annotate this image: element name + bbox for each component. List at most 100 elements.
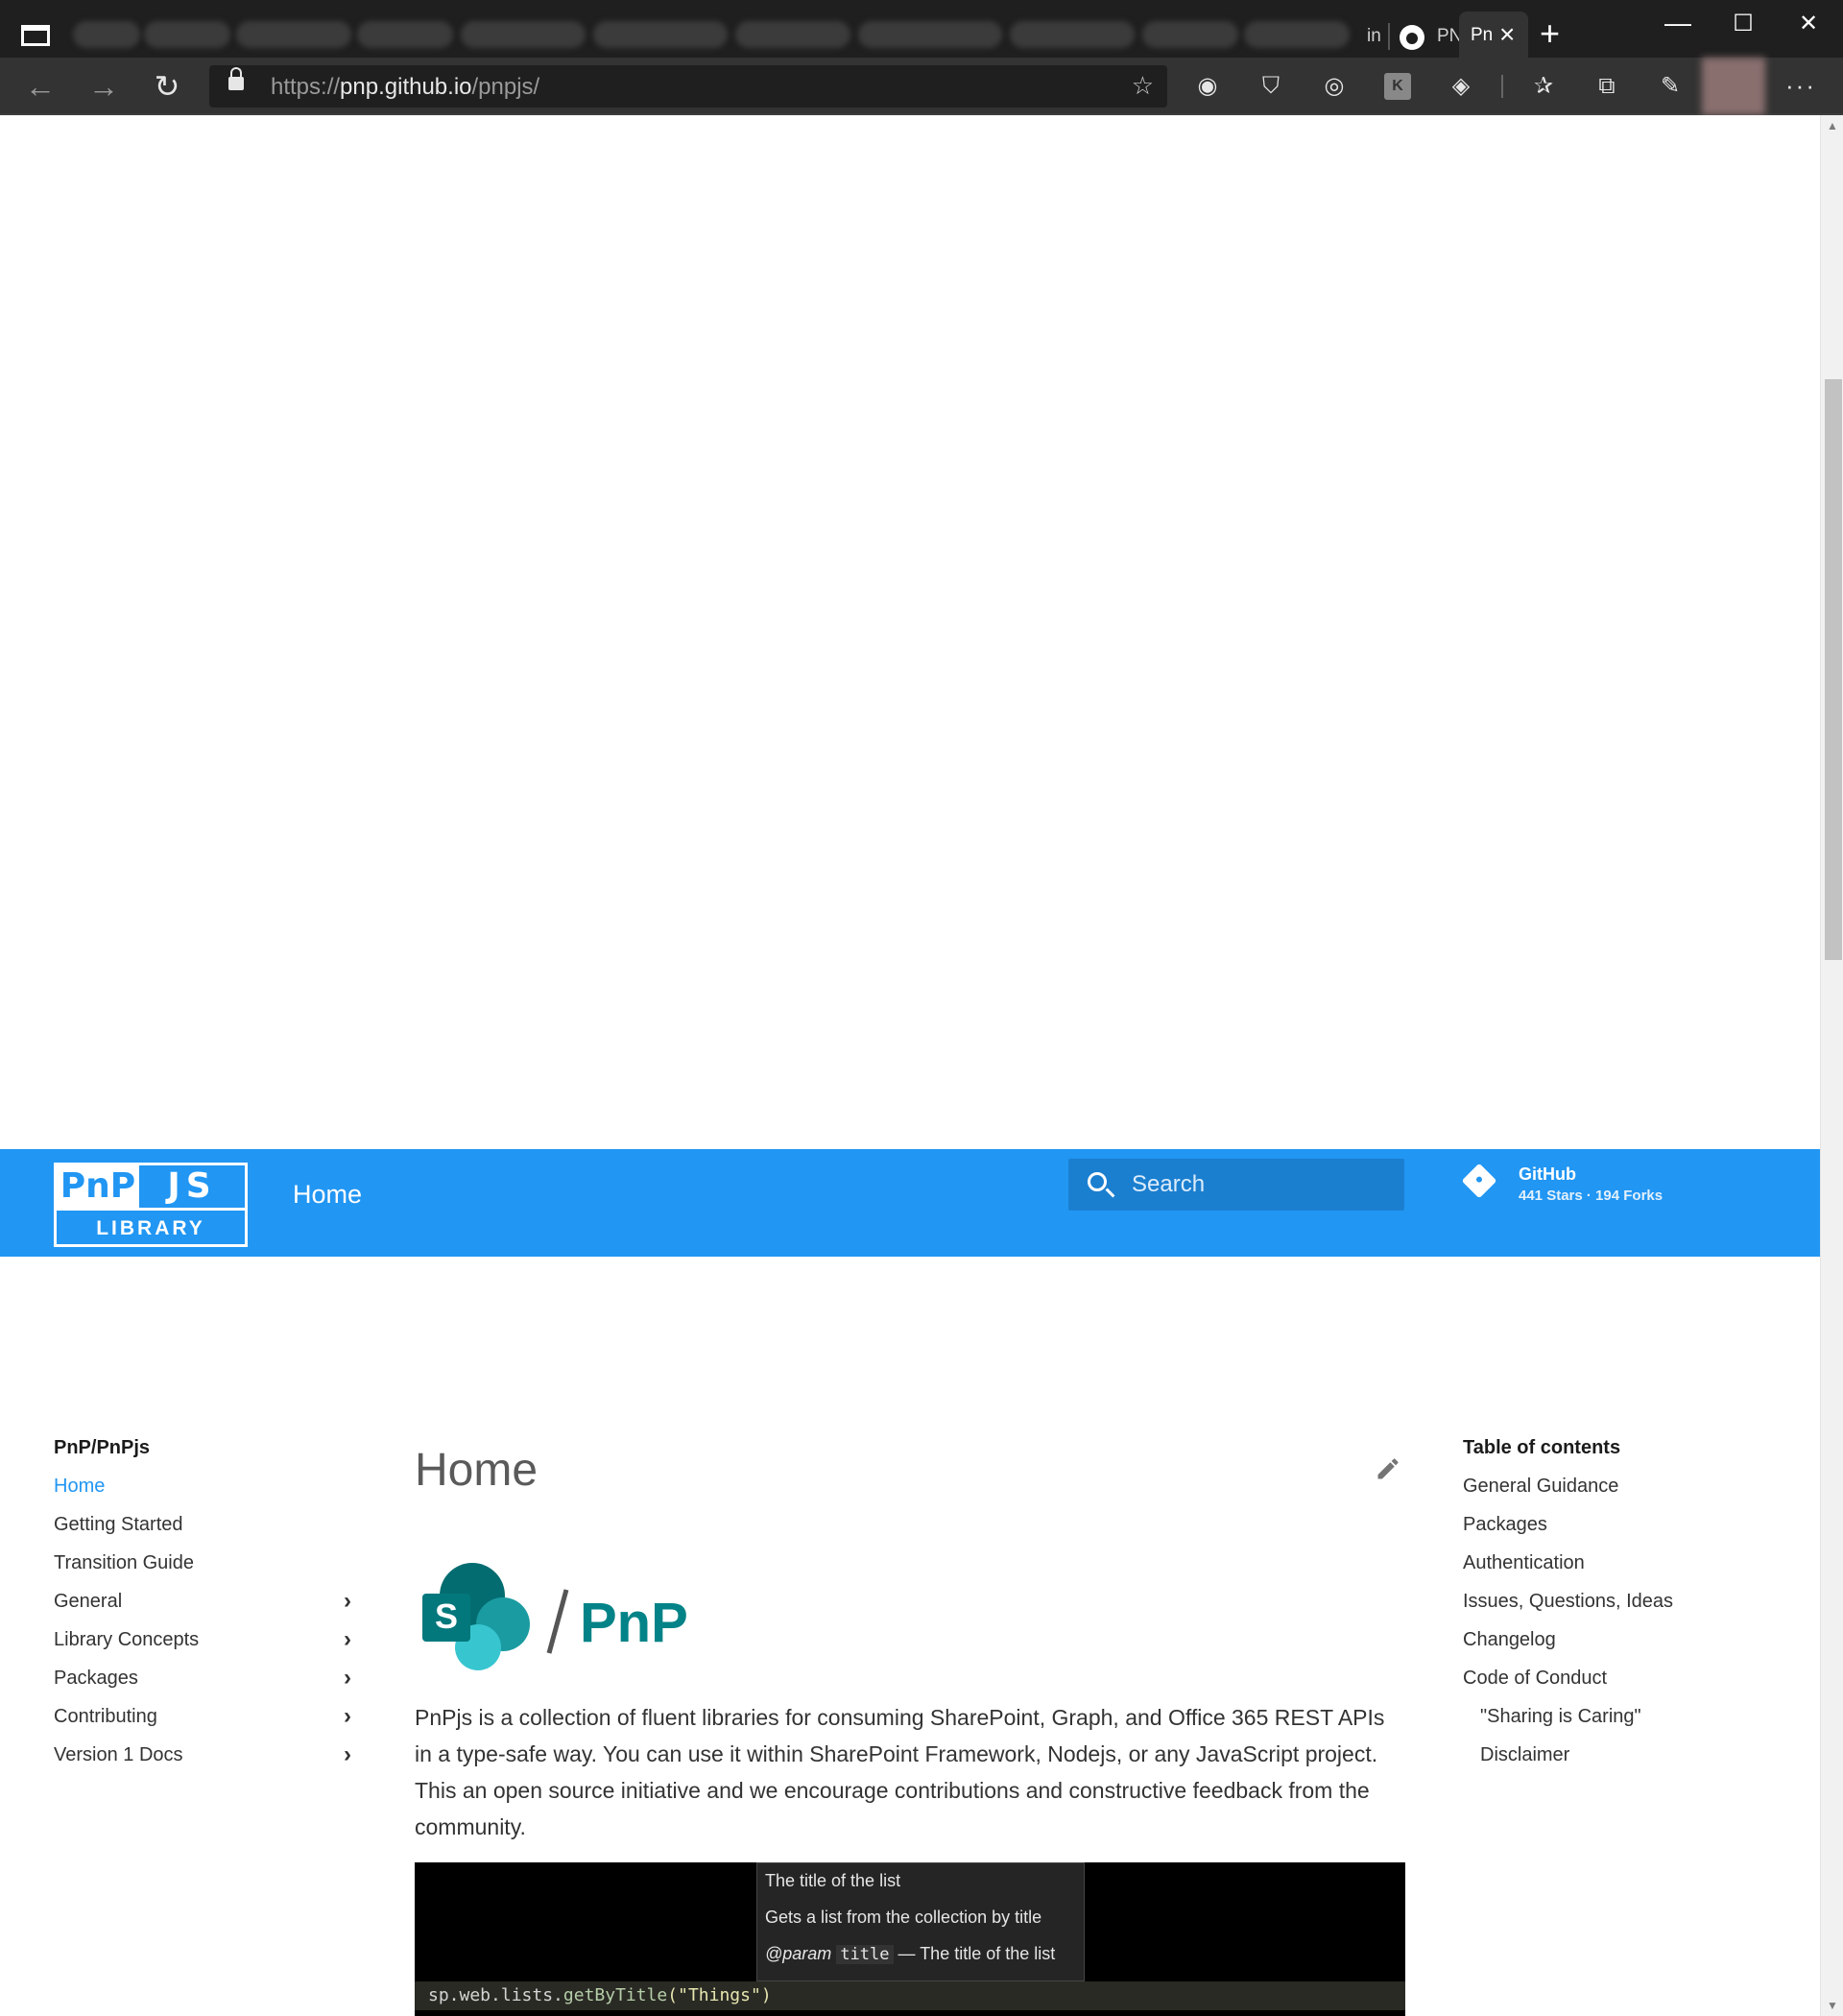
nav-item-label: General (54, 1591, 123, 1612)
browser-tab-blurred[interactable] (1010, 21, 1135, 48)
pnpjs-logo[interactable]: PnP JS LIBRARY (54, 1163, 248, 1247)
tooltip-param-tag: @param (765, 1944, 832, 1963)
sharepoint-letter: S (435, 1596, 458, 1636)
browser-toolbar: ← → ↻ https://pnp.github.io/pnpjs/ ☆ ◉ ⛉… (0, 58, 1843, 115)
extension-layers-icon[interactable]: ◈ (1448, 73, 1474, 100)
extension-k-icon[interactable]: K (1384, 73, 1411, 100)
toc-item-changelog[interactable]: Changelog (1463, 1620, 1789, 1659)
browser-tab-blurred[interactable] (236, 21, 351, 48)
address-bar[interactable]: https://pnp.github.io/pnpjs/ ☆ (209, 65, 1167, 108)
header-title: Home (293, 1180, 363, 1209)
browser-tab-blurred[interactable] (1142, 21, 1238, 48)
active-tab-title: Pn (1471, 25, 1494, 45)
nav-item-label: Packages (54, 1668, 138, 1689)
scroll-down-arrow[interactable]: ▼ (1821, 1999, 1843, 2012)
site-header: PnP JS LIBRARY Home GitHub 441 Stars · 1… (0, 1149, 1820, 1257)
back-button[interactable]: ← (21, 67, 60, 106)
browser-tab-partial[interactable]: in (1367, 17, 1381, 56)
nav-item-packages[interactable]: Packages › (54, 1659, 357, 1697)
chevron-right-icon[interactable]: › (344, 1620, 351, 1659)
toc-item-code-of-conduct[interactable]: Code of Conduct (1463, 1659, 1789, 1697)
code-function: getByTitle (562, 1985, 668, 2005)
extension-record-icon[interactable]: ◉ (1194, 73, 1221, 100)
code-line: sp.web.lists.getByTitle("Things") (415, 1981, 1405, 2010)
browser-tab-blurred[interactable] (593, 21, 728, 48)
browser-tab-blurred[interactable] (735, 21, 850, 48)
chevron-right-icon[interactable]: › (344, 1697, 351, 1736)
chevron-right-icon[interactable]: › (344, 1659, 351, 1697)
tooltip-param-name: title (836, 1945, 894, 1964)
toc-item-sharing-is-caring[interactable]: "Sharing is Caring" (1463, 1697, 1789, 1736)
page-scrollbar[interactable]: ▲ ▼ (1820, 115, 1843, 2016)
favorites-icon[interactable]: ✰ (1530, 73, 1557, 100)
nav-item-transition-guide[interactable]: Transition Guide (54, 1544, 357, 1582)
chevron-right-icon[interactable]: › (344, 1582, 351, 1620)
nav-item-label: Getting Started (54, 1514, 183, 1535)
chevron-right-icon[interactable]: › (344, 1736, 351, 1774)
intellisense-tooltip: The title of the list Gets a list from t… (756, 1862, 1085, 1981)
toc-heading: Table of contents (1463, 1437, 1621, 1458)
nav-item-label: Version 1 Docs (54, 1744, 183, 1765)
browser-titlebar: in PN Pn × + — ☐ ✕ (0, 0, 1843, 58)
tooltip-line: Gets a list from the collection by title (765, 1908, 1042, 1927)
browser-tab-blurred[interactable] (858, 21, 1002, 48)
code-prefix: sp.web.lists. (428, 1985, 563, 2005)
nav-item-getting-started[interactable]: Getting Started (54, 1505, 357, 1544)
repo-name[interactable]: GitHub (1519, 1164, 1576, 1185)
git-icon[interactable] (1461, 1163, 1497, 1199)
toc-item-disclaimer[interactable]: Disclaimer (1463, 1736, 1789, 1774)
favorite-star-icon[interactable]: ☆ (1132, 71, 1154, 101)
tab-actions-icon[interactable] (21, 25, 50, 46)
forward-button[interactable]: → (84, 67, 123, 106)
intro-paragraph: PnPjs is a collection of fluent librarie… (415, 1705, 1385, 1839)
scroll-thumb[interactable] (1825, 379, 1842, 960)
toc-item-packages[interactable]: Packages (1463, 1505, 1789, 1544)
extension-shield-icon[interactable]: ⛉ (1257, 73, 1284, 100)
url-text[interactable]: https://pnp.github.io/pnpjs/ (271, 74, 539, 101)
github-tab-icon[interactable] (1400, 25, 1424, 50)
left-navigation: PnP/PnPjs Home Getting Started Transitio… (54, 1428, 357, 1774)
logo-js-text: JS (139, 1165, 245, 1208)
browser-tab-blurred[interactable] (144, 21, 230, 48)
code-open-paren: ( (667, 1985, 679, 2005)
nav-item-library-concepts[interactable]: Library Concepts › (54, 1620, 357, 1659)
minimize-button[interactable]: — (1649, 8, 1707, 38)
browser-tab-blurred[interactable] (357, 21, 453, 48)
tooltip-param-desc: — The title of the list (898, 1944, 1056, 1963)
extension-target-icon[interactable]: ◎ (1321, 73, 1348, 100)
browser-tab-active[interactable]: Pn × (1459, 12, 1528, 58)
close-tab-icon[interactable]: × (1499, 19, 1515, 50)
nav-item-version-1-docs[interactable]: Version 1 Docs › (54, 1736, 357, 1774)
toc-item-authentication[interactable]: Authentication (1463, 1544, 1789, 1582)
browser-tab-blurred[interactable] (1244, 21, 1350, 48)
settings-more-icon[interactable]: ··· (1785, 71, 1816, 101)
browser-tab-blurred[interactable] (461, 21, 586, 48)
edit-pencil-icon[interactable] (1375, 1455, 1401, 1482)
search-input[interactable] (1132, 1170, 1391, 1199)
nav-item-contributing[interactable]: Contributing › (54, 1697, 357, 1736)
nav-item-home[interactable]: Home (54, 1467, 357, 1505)
toc-item-issues[interactable]: Issues, Questions, Ideas (1463, 1582, 1789, 1620)
main-content: Home S PnP PnPjs is a collection of flue… (415, 1428, 1405, 2016)
new-tab-button[interactable]: + (1540, 13, 1560, 54)
nav-item-label: Transition Guide (54, 1552, 194, 1573)
browser-tab-blurred[interactable] (73, 21, 140, 48)
close-window-button[interactable]: ✕ (1780, 10, 1837, 37)
code-close-paren: ) (760, 1985, 772, 2005)
repo-stats[interactable]: 441 Stars · 194 Forks (1519, 1188, 1663, 1204)
profile-avatar[interactable] (1702, 58, 1765, 115)
refresh-button[interactable]: ↻ (148, 67, 186, 106)
toc-item-general-guidance[interactable]: General Guidance (1463, 1467, 1789, 1505)
collections-icon[interactable]: ⧉ (1593, 73, 1620, 100)
page-viewport: PnP JS LIBRARY Home GitHub 441 Stars · 1… (0, 115, 1820, 2016)
sharepoint-pnp-logo: S PnP (422, 1563, 688, 1670)
maximize-button[interactable]: ☐ (1714, 10, 1772, 37)
nav-item-general[interactable]: General › (54, 1582, 357, 1620)
search-icon[interactable] (1088, 1172, 1107, 1191)
search-box[interactable] (1068, 1159, 1404, 1211)
toolbar-separator (1501, 75, 1503, 98)
lock-icon[interactable] (228, 67, 244, 90)
feedback-icon[interactable]: ✎ (1657, 73, 1684, 100)
logo-library-text: LIBRARY (57, 1208, 245, 1244)
scroll-up-arrow[interactable]: ▲ (1821, 119, 1843, 132)
